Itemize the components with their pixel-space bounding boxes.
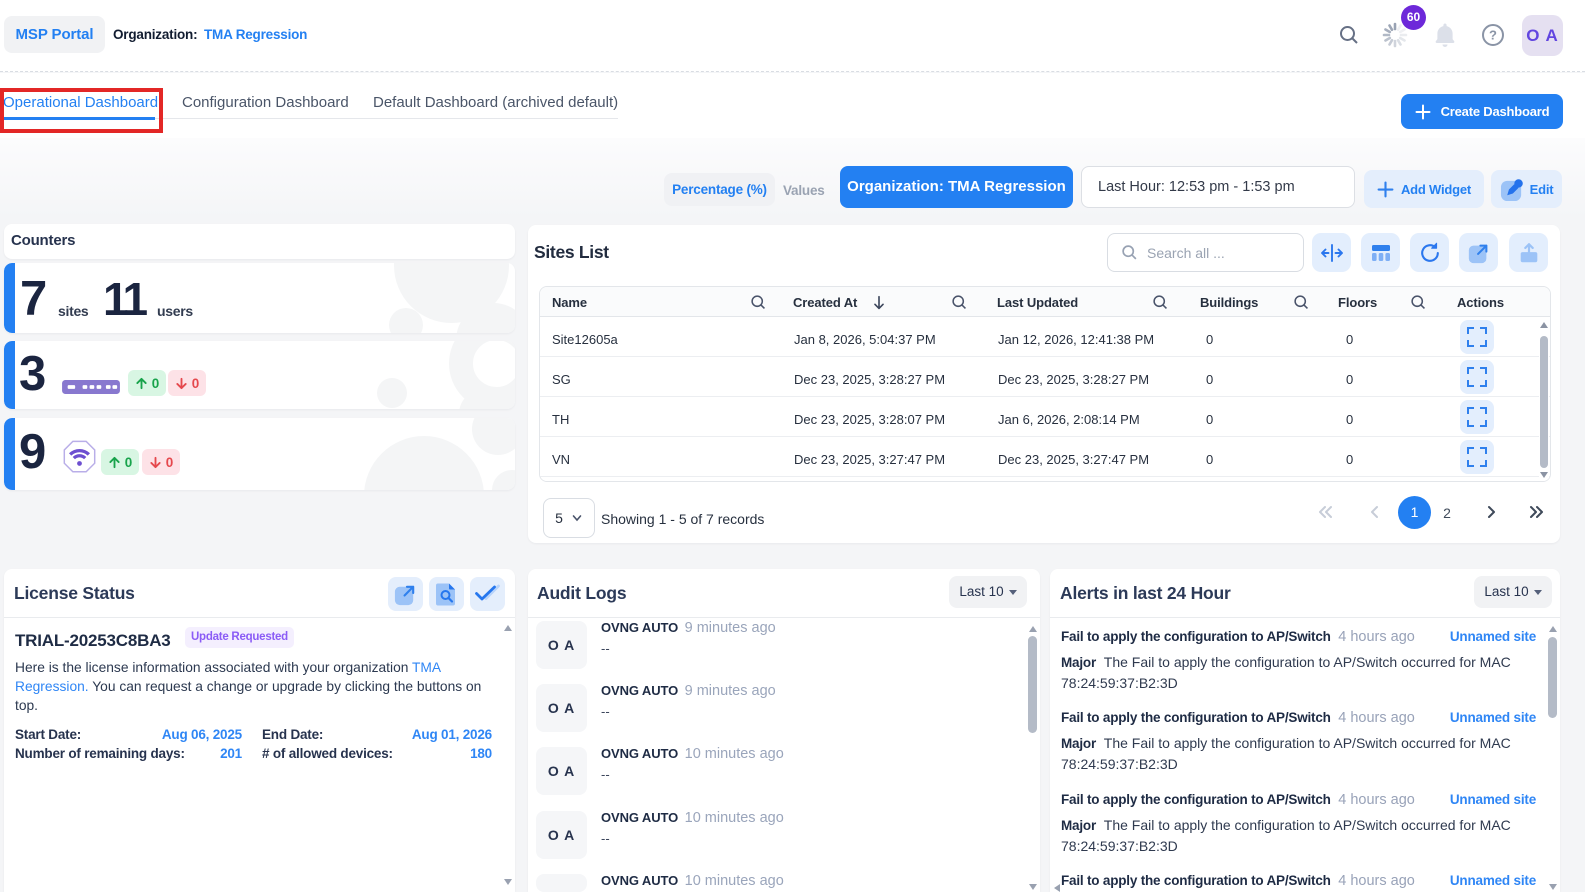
svg-text:?: ? [1489,28,1497,43]
